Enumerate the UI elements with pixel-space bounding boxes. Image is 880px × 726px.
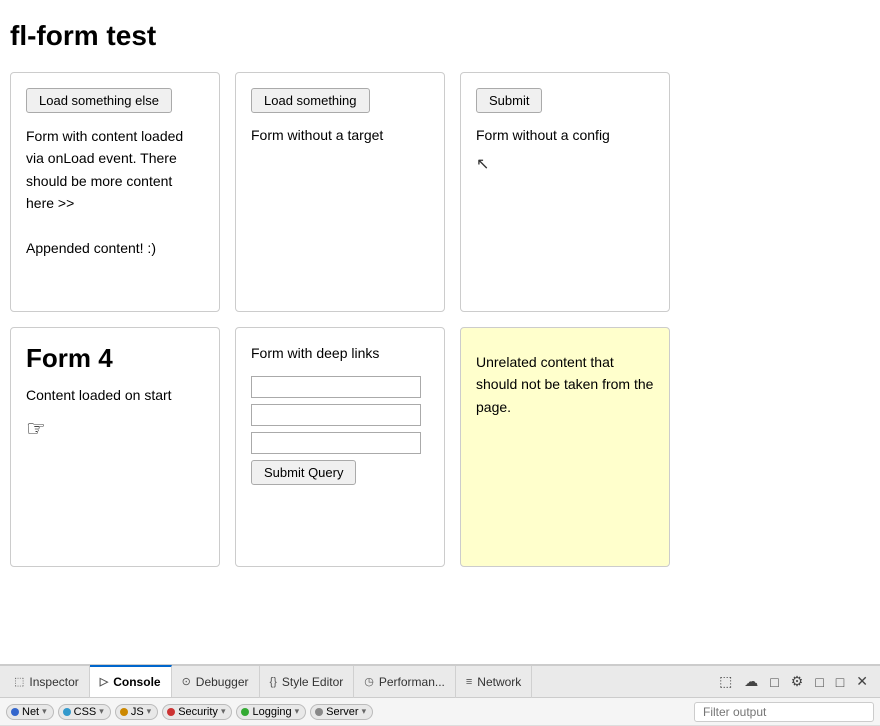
cursor-indicator: ↖: [476, 154, 654, 174]
filter-output-input[interactable]: [694, 702, 874, 722]
console-icon: ▷: [100, 675, 108, 688]
card-1-body: Form with content loaded via onLoad even…: [26, 125, 204, 259]
logging-dot: [241, 708, 249, 716]
main-content: fl-form test Load something else Form wi…: [0, 0, 880, 610]
tab-inspector[interactable]: ⬚ Inspector: [4, 666, 90, 698]
tab-debugger[interactable]: ⊙ Debugger: [172, 666, 260, 698]
server-chevron: ▾: [362, 706, 367, 717]
deep-link-input-2[interactable]: [251, 404, 421, 426]
debugger-icon: ⊙: [182, 675, 191, 688]
server-dot: [315, 708, 323, 716]
card-2: Load something Form without a target: [235, 72, 445, 312]
filter-css[interactable]: CSS ▾: [58, 704, 111, 720]
submit-query-button[interactable]: Submit Query: [251, 460, 356, 485]
net-dot: [11, 708, 19, 716]
css-label: CSS: [74, 706, 97, 718]
responsive-design-button[interactable]: ⬚: [715, 671, 736, 692]
filter-logging[interactable]: Logging ▾: [236, 704, 306, 720]
devtools-panel: ⬚ Inspector ▷ Console ⊙ Debugger {} Styl…: [0, 664, 880, 726]
card-6-body: Unrelated content that should not be tak…: [476, 351, 654, 418]
card-5: Form with deep links Submit Query: [235, 327, 445, 567]
css-chevron: ▾: [99, 706, 104, 717]
dock-button-1[interactable]: □: [811, 672, 827, 692]
pick-element-button[interactable]: ☁: [740, 671, 762, 692]
tab-console[interactable]: ▷ Console: [90, 665, 172, 697]
split-console-button[interactable]: □: [766, 672, 782, 692]
filter-server[interactable]: Server ▾: [310, 704, 373, 720]
js-dot: [120, 708, 128, 716]
devtools-tabs: ⬚ Inspector ▷ Console ⊙ Debugger {} Styl…: [0, 666, 880, 698]
load-something-else-button[interactable]: Load something else: [26, 88, 172, 113]
js-chevron: ▾: [147, 706, 152, 717]
deep-links-form: Submit Query: [251, 376, 429, 485]
security-label: Security: [178, 706, 218, 718]
net-label: Net: [22, 706, 39, 718]
network-icon: ≡: [466, 676, 472, 688]
inspector-icon: ⬚: [14, 675, 24, 688]
cards-row-1: Load something else Form with content lo…: [10, 72, 860, 312]
tab-network[interactable]: ≡ Network: [456, 666, 532, 698]
tab-style-editor[interactable]: {} Style Editor: [260, 666, 355, 698]
security-chevron: ▾: [221, 706, 226, 717]
card-2-label: Form without a target: [251, 125, 429, 146]
submit-button[interactable]: Submit: [476, 88, 542, 113]
card-5-title: Form with deep links: [251, 343, 429, 364]
cards-row-2: Form 4 Content loaded on start ☞ Form wi…: [10, 327, 860, 567]
css-dot: [63, 708, 71, 716]
form4-title: Form 4: [26, 343, 204, 374]
settings-button[interactable]: ⚙: [787, 671, 808, 692]
style-editor-icon: {}: [270, 676, 277, 688]
filter-js[interactable]: JS ▾: [115, 704, 158, 720]
hand-icon: ☞: [26, 416, 204, 442]
deep-link-input-3[interactable]: [251, 432, 421, 454]
filter-security[interactable]: Security ▾: [162, 704, 232, 720]
server-label: Server: [326, 706, 358, 718]
performance-icon: ◷: [364, 675, 374, 688]
card-1: Load something else Form with content lo…: [10, 72, 220, 312]
card-6: Unrelated content that should not be tak…: [460, 327, 670, 567]
security-dot: [167, 708, 175, 716]
card-4: Form 4 Content loaded on start ☞: [10, 327, 220, 567]
page-title: fl-form test: [10, 20, 860, 52]
card-3-label: Form without a config: [476, 125, 654, 146]
load-something-button[interactable]: Load something: [251, 88, 370, 113]
logging-chevron: ▾: [295, 706, 300, 717]
tab-performance[interactable]: ◷ Performan...: [354, 666, 456, 698]
js-label: JS: [131, 706, 144, 718]
filter-net[interactable]: Net ▾: [6, 704, 54, 720]
devtools-toolbar: Net ▾ CSS ▾ JS ▾ Security ▾ Logging ▾ Se…: [0, 698, 880, 726]
dock-button-2[interactable]: □: [832, 672, 848, 692]
card-4-body: Content loaded on start: [26, 384, 204, 406]
close-devtools-button[interactable]: ✕: [852, 671, 872, 692]
deep-link-input-1[interactable]: [251, 376, 421, 398]
card-3: Submit Form without a config ↖: [460, 72, 670, 312]
net-chevron: ▾: [42, 706, 47, 717]
logging-label: Logging: [252, 706, 291, 718]
